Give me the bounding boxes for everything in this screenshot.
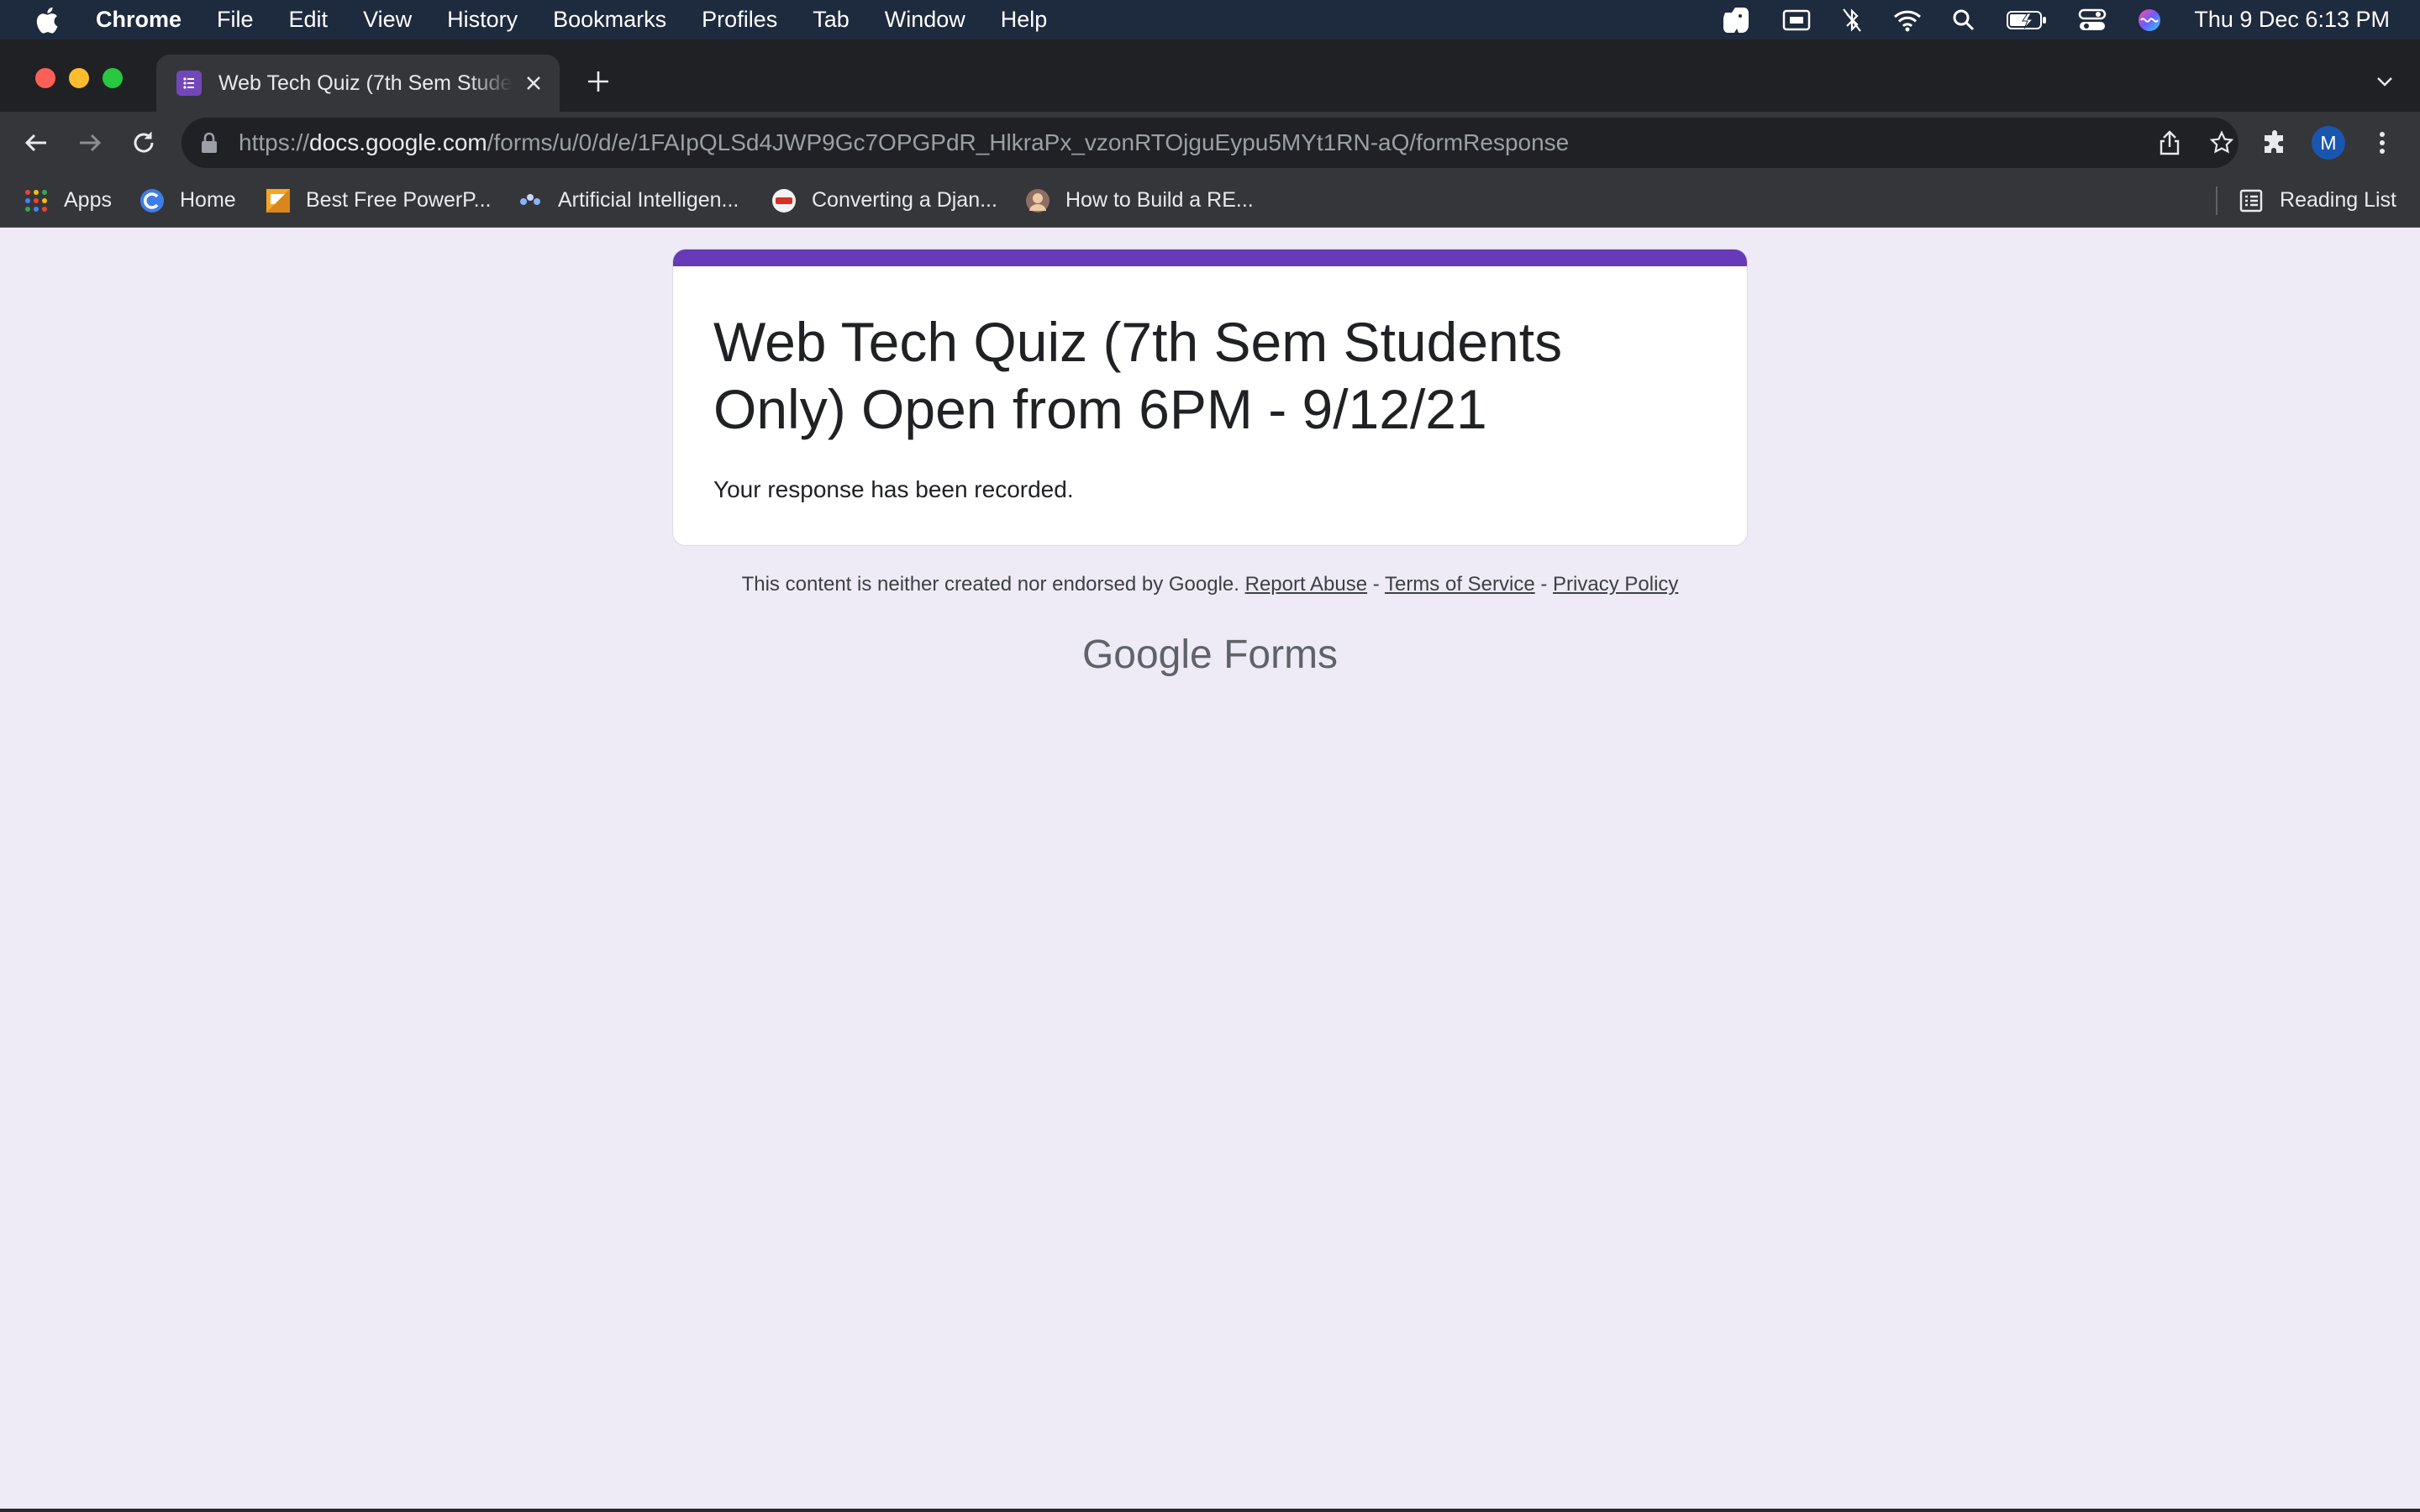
bookmarks-bar: Apps Home Best Free PowerP... Artificial… [0, 174, 2420, 228]
bookmark-label: Converting a Djan... [812, 188, 997, 212]
wifi-icon[interactable] [1893, 8, 1922, 32]
google-forms-icon [176, 71, 202, 96]
apple-logo-icon[interactable] [34, 6, 60, 34]
form-accent-bar [673, 249, 1747, 266]
share-icon[interactable] [2156, 129, 2183, 156]
bluetooth-off-icon[interactable] [1841, 7, 1863, 34]
google-forms-logo[interactable]: Google Forms [0, 632, 2420, 678]
menu-file[interactable]: File [217, 7, 254, 33]
bookmark-artificial-intelligence[interactable]: Artificial Intelligen... [518, 174, 739, 227]
back-button[interactable] [18, 125, 54, 160]
url-text[interactable]: https://docs.google.com/forms/u/0/d/e/1F… [239, 118, 1569, 168]
bookmark-label: Home [180, 188, 236, 212]
site-logo-icon [771, 188, 797, 213]
avatar: M [2312, 126, 2345, 160]
menu-profiles[interactable]: Profiles [702, 7, 777, 33]
evernote-icon[interactable] [1720, 6, 1752, 34]
menu-bar-status-area: Thu 9 Dec 6:13 PM [1690, 0, 2390, 39]
reload-button[interactable] [126, 125, 161, 160]
slides-icon [266, 188, 291, 213]
browser-toolbar: https://docs.google.com/forms/u/0/d/e/1F… [0, 112, 2420, 174]
lock-icon[interactable] [200, 131, 218, 159]
bookmark-best-free-powerpoint[interactable]: Best Free PowerP... [266, 174, 491, 227]
bookmark-apps[interactable]: Apps [24, 174, 112, 227]
extensions-puzzle-icon[interactable] [2257, 125, 2292, 160]
forward-button[interactable] [72, 125, 108, 160]
menu-help[interactable]: Help [1001, 7, 1048, 33]
google-wordmark: Google [1081, 633, 1213, 677]
address-bar[interactable]: https://docs.google.com/forms/u/0/d/e/1F… [182, 118, 2238, 168]
window-bottom-edge [0, 1509, 2420, 1512]
privacy-policy-link[interactable]: Privacy Policy [1553, 573, 1678, 596]
bookmark-converting-django[interactable]: Converting a Djan... [771, 174, 997, 227]
ai-icon [518, 188, 543, 213]
browser-tab-active[interactable]: Web Tech Quiz (7th Sem Students Only) Op… [156, 55, 560, 112]
spotlight-search-icon[interactable] [1952, 8, 1975, 32]
forms-footer: This content is neither created nor endo… [0, 573, 2420, 596]
menu-edit[interactable]: Edit [289, 7, 329, 33]
battery-charging-icon[interactable] [2006, 9, 2048, 31]
menu-app-chrome[interactable]: Chrome [96, 7, 182, 33]
avatar-icon [1025, 188, 1050, 213]
url-scheme: https:// [239, 129, 310, 155]
browser-tab-strip: Web Tech Quiz (7th Sem Students Only) Op… [0, 39, 2420, 112]
menu-tab[interactable]: Tab [813, 7, 850, 33]
menu-window[interactable]: Window [885, 7, 965, 33]
bookmark-label: Best Free PowerP... [306, 188, 492, 212]
apps-grid-icon [24, 188, 49, 213]
reading-list-icon [2239, 188, 2265, 213]
macos-menu-bar: Chrome File Edit View History Bookmarks … [0, 0, 2420, 39]
bookmark-label: Artificial Intelligen... [558, 188, 739, 212]
screen-display-icon[interactable] [1782, 8, 1811, 32]
reading-list-button[interactable]: Reading List [2216, 174, 2396, 227]
tab-search-chevron-icon[interactable] [2371, 68, 2398, 95]
bookmark-label: Apps [64, 188, 112, 212]
c-logo-icon [139, 188, 165, 213]
response-recorded-message: Your response has been recorded. [713, 476, 1074, 502]
url-host: docs.google.com [309, 129, 487, 155]
bookmark-label: How to Build a RE... [1065, 188, 1254, 212]
profile-avatar-button[interactable]: M [2311, 125, 2346, 160]
forms-wordmark: Forms [1223, 633, 1339, 677]
window-maximize-button[interactable] [103, 68, 123, 88]
menu-view[interactable]: View [363, 7, 412, 33]
report-abuse-link[interactable]: Report Abuse [1245, 573, 1367, 596]
siri-icon[interactable] [2137, 8, 2162, 33]
disclaimer-text: This content is neither created nor endo… [741, 573, 1239, 596]
footer-separator: - [1540, 573, 1548, 596]
control-center-icon[interactable] [2078, 8, 2107, 33]
chrome-menu-kebab-icon[interactable] [2365, 125, 2400, 160]
footer-separator: - [1372, 573, 1380, 596]
url-path: /forms/u/0/d/e/1FAIpQLSd4JWP9Gc7OPGPdR_H… [487, 129, 1570, 155]
form-confirmation-card: Web Tech Quiz (7th Sem Students Only) Op… [672, 249, 1748, 546]
bookmark-star-icon[interactable] [2208, 129, 2235, 156]
menu-bookmarks[interactable]: Bookmarks [553, 7, 666, 33]
window-close-button[interactable] [35, 68, 55, 88]
bookmark-how-to-build[interactable]: How to Build a RE... [1025, 174, 1254, 227]
terms-of-service-link[interactable]: Terms of Service [1385, 573, 1535, 596]
reading-list-label: Reading List [2280, 188, 2396, 212]
tab-title: Web Tech Quiz (7th Sem Students Only) Op… [218, 71, 513, 95]
new-tab-button[interactable] [581, 65, 615, 98]
menu-bar-clock[interactable]: Thu 9 Dec 6:13 PM [2194, 7, 2390, 33]
menu-history[interactable]: History [447, 7, 518, 33]
bookmarks-divider [2216, 186, 2218, 215]
form-title: Web Tech Quiz (7th Sem Students Only) Op… [713, 311, 1563, 440]
tab-close-icon[interactable] [524, 74, 543, 92]
window-minimize-button[interactable] [69, 68, 89, 88]
bookmark-home[interactable]: Home [139, 174, 236, 227]
